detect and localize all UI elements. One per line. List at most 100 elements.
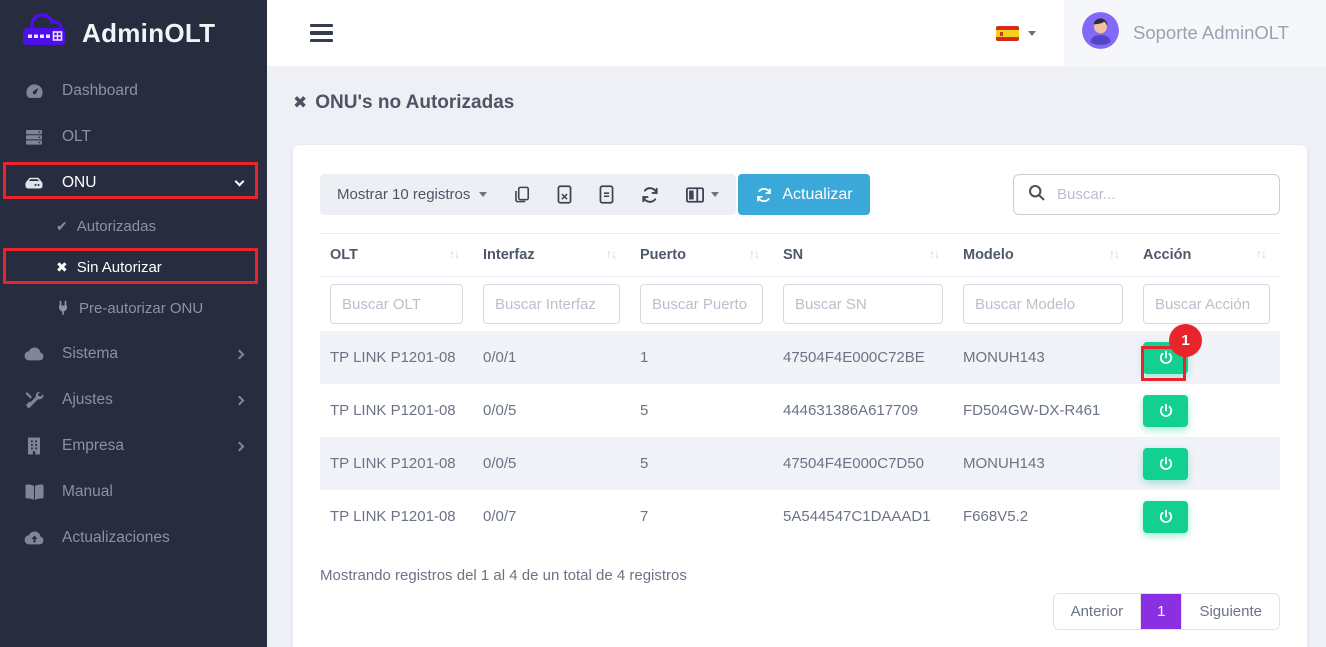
language-dropdown[interactable] <box>968 26 1064 41</box>
router-icon <box>22 173 46 193</box>
cell-interfaz: 0/0/5 <box>473 384 630 437</box>
pagination-row: Anterior 1 Siguiente <box>320 593 1280 630</box>
col-header-accion[interactable]: ↑↓Acción <box>1133 234 1280 277</box>
authorize-onu-button[interactable] <box>1143 501 1188 533</box>
sort-icon: ↑↓ <box>929 247 939 261</box>
sidebar-item-actualizaciones[interactable]: Actualizaciones <box>0 515 267 561</box>
copy-button[interactable] <box>512 185 531 204</box>
cell-olt: TP LINK P1201-08 <box>320 490 473 543</box>
menu-toggle-button[interactable] <box>310 24 333 43</box>
table-row: TP LINK P1201-08 0/0/5 5 444631386A61770… <box>320 384 1280 437</box>
refresh-icon <box>755 186 773 204</box>
cell-interfaz: 0/0/7 <box>473 490 630 543</box>
spain-flag-icon <box>996 26 1019 41</box>
col-header-interfaz[interactable]: ↑↓Interfaz <box>473 234 630 277</box>
page-title: ✖ ONU's no Autorizadas <box>293 92 1307 114</box>
filter-interfaz-input[interactable] <box>483 284 620 324</box>
brand[interactable]: AdminOLT <box>0 0 267 66</box>
x-icon: ✖ <box>293 93 307 113</box>
col-header-puerto[interactable]: ↑↓Puerto <box>630 234 773 277</box>
cell-sn: 444631386A617709 <box>773 384 953 437</box>
filter-accion-input[interactable] <box>1143 284 1270 324</box>
sidebar-item-onu[interactable]: ONU <box>0 160 267 206</box>
user-name: Soporte AdminOLT <box>1133 22 1289 44</box>
sort-icon: ↑↓ <box>1109 247 1119 261</box>
filter-olt-input[interactable] <box>330 284 463 324</box>
sidebar-label: Empresa <box>62 437 124 455</box>
search-input[interactable] <box>1057 186 1266 203</box>
next-page-button[interactable]: Siguiente <box>1181 594 1279 629</box>
sidebar-item-sistema[interactable]: Sistema <box>0 331 267 377</box>
onu-table: ↑↓OLT ↑↓Interfaz ↑↓Puerto ↑↓SN ↑↓Modelo … <box>320 233 1280 543</box>
col-header-olt[interactable]: ↑↓OLT <box>320 234 473 277</box>
records-summary: Mostrando registros del 1 al 4 de un tot… <box>320 567 1280 584</box>
cell-modelo: MONUH143 <box>953 331 1133 384</box>
authorize-onu-button[interactable] <box>1143 395 1188 427</box>
cell-interfaz: 0/0/1 <box>473 331 630 384</box>
sidebar-item-olt[interactable]: OLT <box>0 114 267 160</box>
power-icon <box>1157 455 1175 473</box>
header-row: ↑↓OLT ↑↓Interfaz ↑↓Puerto ↑↓SN ↑↓Modelo … <box>320 234 1280 277</box>
brand-logo-icon <box>16 9 74 58</box>
filter-modelo-input[interactable] <box>963 284 1123 324</box>
sidebar-item-dashboard[interactable]: Dashboard <box>0 68 267 114</box>
datatable-toolbar: Mostrar 10 registros <box>320 174 736 215</box>
chevron-right-icon <box>235 395 245 405</box>
page-1-button[interactable]: 1 <box>1140 594 1181 629</box>
search-icon <box>1027 183 1046 207</box>
col-header-modelo[interactable]: ↑↓Modelo <box>953 234 1133 277</box>
sidebar-label: Ajustes <box>62 391 113 409</box>
cloud-icon <box>22 346 46 362</box>
sidebar-nav: Dashboard OLT ONU ✔ Autorizadas ✖ <box>0 66 267 561</box>
sidebar-item-ajustes[interactable]: Ajustes <box>0 377 267 423</box>
filter-puerto-input[interactable] <box>640 284 763 324</box>
chevron-right-icon <box>235 441 245 451</box>
power-icon <box>1157 402 1175 420</box>
tools-icon <box>22 390 46 410</box>
sidebar-label: Manual <box>62 483 113 501</box>
sidebar-label: ONU <box>62 174 96 192</box>
cell-olt: TP LINK P1201-08 <box>320 331 473 384</box>
caret-down-icon <box>711 192 719 197</box>
building-icon <box>22 436 46 456</box>
cell-olt: TP LINK P1201-08 <box>320 437 473 490</box>
power-icon <box>1157 349 1175 367</box>
sidebar-label: Pre-autorizar ONU <box>79 300 203 317</box>
filter-row <box>320 277 1280 332</box>
check-icon: ✔ <box>56 218 68 235</box>
sidebar-label: Actualizaciones <box>62 529 170 547</box>
caret-down-icon <box>1028 31 1036 36</box>
document-export-button[interactable] <box>598 185 615 204</box>
col-header-sn[interactable]: ↑↓SN <box>773 234 953 277</box>
app-window: AdminOLT Dashboard OLT ONU <box>0 0 1326 647</box>
page-length-dropdown[interactable]: Mostrar 10 registros <box>337 186 487 203</box>
column-visibility-button[interactable] <box>685 186 719 204</box>
excel-export-button[interactable] <box>556 185 573 204</box>
cell-puerto: 7 <box>630 490 773 543</box>
user-menu[interactable]: Soporte AdminOLT <box>1064 0 1326 66</box>
plug-icon <box>56 300 70 318</box>
sort-icon: ↑↓ <box>749 247 759 261</box>
sort-icon: ↑↓ <box>606 247 616 261</box>
cell-puerto: 5 <box>630 384 773 437</box>
chevron-down-icon <box>235 176 245 186</box>
global-search <box>1013 174 1280 215</box>
actualizar-button[interactable]: Actualizar <box>738 174 869 215</box>
table-row: TP LINK P1201-08 0/0/5 5 47504F4E000C7D5… <box>320 437 1280 490</box>
sidebar-label: Sistema <box>62 345 118 363</box>
previous-page-button[interactable]: Anterior <box>1054 594 1141 629</box>
filter-sn-input[interactable] <box>783 284 943 324</box>
speedometer-icon <box>22 81 46 102</box>
sidebar-item-empresa[interactable]: Empresa <box>0 423 267 469</box>
topbar: Soporte AdminOLT <box>267 0 1326 66</box>
sidebar-item-manual[interactable]: Manual <box>0 469 267 515</box>
sidebar-item-pre-autorizar[interactable]: Pre-autorizar ONU <box>0 288 267 329</box>
authorize-onu-button[interactable] <box>1143 342 1188 374</box>
sidebar-item-sin-autorizar[interactable]: ✖ Sin Autorizar <box>0 247 267 288</box>
reload-button[interactable] <box>640 185 660 205</box>
cell-olt: TP LINK P1201-08 <box>320 384 473 437</box>
sidebar-item-autorizadas[interactable]: ✔ Autorizadas <box>0 206 267 247</box>
cell-modelo: FD504GW-DX-R461 <box>953 384 1133 437</box>
power-icon <box>1157 508 1175 526</box>
authorize-onu-button[interactable] <box>1143 448 1188 480</box>
